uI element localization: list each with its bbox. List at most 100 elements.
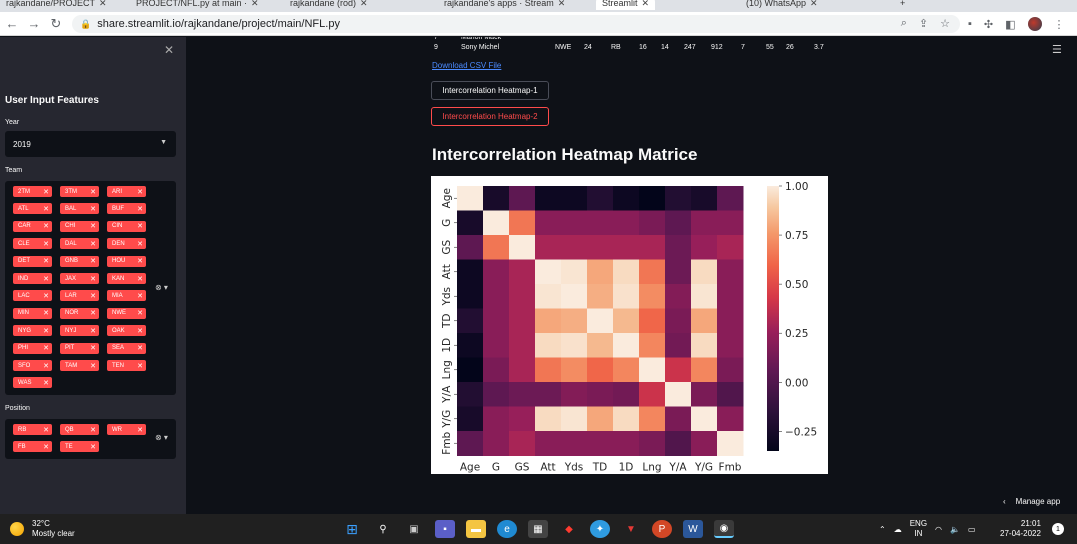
manage-app-button[interactable]: ‹ Manage app [1003, 497, 1060, 506]
share-icon[interactable]: ⇪ [919, 17, 928, 30]
edge-icon[interactable]: e [497, 520, 517, 538]
selected-tag[interactable]: LAC ✕ [13, 290, 52, 302]
bookmark-star-icon[interactable]: ☆ [940, 17, 950, 30]
reload-icon[interactable]: ↻ [48, 16, 64, 32]
store-icon[interactable]: ▦ [528, 520, 548, 538]
close-tab-icon[interactable]: ✕ [99, 0, 107, 9]
task-view-icon[interactable]: ▣ [404, 520, 424, 538]
selected-tag[interactable]: FB ✕ [13, 441, 52, 452]
remove-tag-icon[interactable]: ✕ [137, 292, 143, 300]
selected-tag[interactable]: DET ✕ [13, 255, 52, 267]
close-tab-icon[interactable]: ✕ [810, 0, 818, 9]
selected-tag[interactable]: 3TM ✕ [60, 186, 99, 197]
remove-tag-icon[interactable]: ✕ [137, 275, 143, 283]
cloud-icon[interactable]: ☁ [894, 525, 902, 534]
selected-tag[interactable]: NOR ✕ [60, 307, 99, 319]
profile-avatar[interactable] [1027, 17, 1042, 31]
remove-tag-icon[interactable]: ✕ [43, 443, 49, 451]
close-tab-icon[interactable]: ✕ [360, 0, 368, 9]
team-multiselect[interactable]: ⊗ ▾ 2TM ✕ 3TM ✕ ARI ✕ ATL ✕ BAL ✕ BUF ✕ CAR ✕ CHI ✕ CIN ✕… [5, 181, 176, 395]
chrome-icon[interactable]: ◉ [714, 520, 734, 538]
selected-tag[interactable]: MIN ✕ [13, 307, 52, 319]
back-icon[interactable]: ← [4, 16, 20, 31]
forward-icon[interactable]: → [26, 16, 42, 31]
selected-tag[interactable]: PIT ✕ [60, 342, 99, 354]
extension-icon[interactable]: ▪ [968, 18, 972, 30]
selected-tag[interactable]: QB ✕ [60, 424, 99, 435]
remove-tag-icon[interactable]: ✕ [137, 309, 143, 317]
remove-tag-icon[interactable]: ✕ [90, 257, 96, 265]
selected-tag[interactable]: TAM ✕ [60, 360, 99, 371]
remove-tag-icon[interactable]: ✕ [90, 327, 96, 335]
search-icon[interactable]: ⚲ [373, 520, 393, 538]
selected-tag[interactable]: DEN ✕ [107, 238, 146, 250]
selected-tag[interactable]: KAN ✕ [107, 273, 146, 284]
close-tab-icon[interactable]: ✕ [642, 0, 650, 9]
selected-tag[interactable]: HOU ✕ [107, 255, 146, 267]
sidepanel-icon[interactable]: ◧ [1005, 18, 1015, 31]
selected-tag[interactable]: RB ✕ [13, 424, 52, 435]
selected-tag[interactable]: CIN ✕ [107, 220, 146, 232]
remove-tag-icon[interactable]: ✕ [90, 222, 96, 230]
battery-icon[interactable]: ▭ [968, 525, 976, 534]
selected-tag[interactable]: CLE ✕ [13, 238, 52, 250]
remove-tag-icon[interactable]: ✕ [137, 344, 143, 352]
remove-tag-icon[interactable]: ✕ [43, 275, 49, 283]
address-bar[interactable]: 🔒 share.streamlit.io/rajkandane/project/… [72, 15, 960, 33]
selected-tag[interactable]: ARI ✕ [107, 186, 146, 197]
browser-tab[interactable]: PROJECT/NFL.py at main · ✕ [136, 0, 259, 10]
selected-tag[interactable]: ATL ✕ [13, 203, 52, 215]
chevron-up-icon[interactable]: ⌃ [879, 525, 886, 534]
remove-tag-icon[interactable]: ✕ [90, 188, 96, 196]
remove-tag-icon[interactable]: ✕ [90, 443, 96, 451]
app-bird-icon[interactable]: ✦ [590, 520, 610, 538]
kebab-menu-icon[interactable]: ⋮ [1054, 18, 1065, 31]
browser-tab[interactable]: rajkandane/PROJECT ✕ [6, 0, 107, 10]
zoom-icon[interactable]: ⌕ [901, 17, 907, 30]
remove-tag-icon[interactable]: ✕ [137, 188, 143, 196]
remove-tag-icon[interactable]: ✕ [43, 309, 49, 317]
remove-tag-icon[interactable]: ✕ [90, 309, 96, 317]
year-select[interactable]: 2019 ▼ [5, 131, 176, 157]
remove-tag-icon[interactable]: ✕ [43, 327, 49, 335]
selected-tag[interactable]: OAK ✕ [107, 325, 146, 337]
remove-tag-icon[interactable]: ✕ [137, 205, 143, 213]
heatmap2-button[interactable]: Intercorrelation Heatmap-2 [431, 107, 549, 126]
remove-tag-icon[interactable]: ✕ [90, 292, 96, 300]
selected-tag[interactable]: CAR ✕ [13, 220, 52, 232]
selected-tag[interactable]: SEA ✕ [107, 342, 146, 354]
remove-tag-icon[interactable]: ✕ [43, 257, 49, 265]
selected-tag[interactable]: WAS ✕ [13, 377, 52, 389]
remove-tag-icon[interactable]: ✕ [43, 379, 49, 387]
selected-tag[interactable]: JAX ✕ [60, 273, 99, 284]
browser-tab[interactable]: (10) WhatsApp ✕ [746, 0, 818, 10]
selected-tag[interactable]: GNB ✕ [60, 255, 99, 267]
remove-tag-icon[interactable]: ✕ [137, 257, 143, 265]
remove-tag-icon[interactable]: ✕ [43, 205, 49, 213]
selected-tag[interactable]: DAL ✕ [60, 238, 99, 250]
selected-tag[interactable]: TEN ✕ [107, 360, 146, 371]
selected-tag[interactable]: PHI ✕ [13, 342, 52, 354]
remove-tag-icon[interactable]: ✕ [90, 205, 96, 213]
remove-tag-icon[interactable]: ✕ [43, 344, 49, 352]
remove-tag-icon[interactable]: ✕ [90, 344, 96, 352]
clock[interactable]: 21:01 27-04-2022 [1000, 519, 1041, 539]
chat-icon[interactable]: ▪ [435, 520, 455, 538]
download-csv-link[interactable]: Download CSV File [432, 61, 501, 70]
remove-tag-icon[interactable]: ✕ [43, 292, 49, 300]
remove-tag-icon[interactable]: ✕ [43, 362, 49, 370]
new-tab-icon[interactable]: + [900, 0, 905, 10]
close-tab-icon[interactable]: ✕ [558, 0, 566, 9]
speaker-icon[interactable]: 🔈 [950, 525, 960, 534]
selected-tag[interactable]: NYJ ✕ [60, 325, 99, 337]
remove-tag-icon[interactable]: ✕ [137, 240, 143, 248]
close-sidebar-icon[interactable]: ✕ [164, 43, 174, 57]
notification-badge[interactable]: 1 [1052, 523, 1064, 535]
windows-start-icon[interactable]: ⊞ [342, 520, 362, 538]
heatmap1-button[interactable]: Intercorrelation Heatmap-1 [431, 81, 549, 100]
remove-tag-icon[interactable]: ✕ [137, 222, 143, 230]
position-multiselect[interactable]: ⊗ ▾ RB ✕ QB ✕ WR ✕ FB ✕ TE ✕ [5, 419, 176, 459]
hamburger-menu-icon[interactable]: ☰ [1052, 43, 1062, 56]
browser-tab[interactable]: rajkandane's apps · Stream ✕ [444, 0, 565, 10]
selected-tag[interactable]: BAL ✕ [60, 203, 99, 215]
